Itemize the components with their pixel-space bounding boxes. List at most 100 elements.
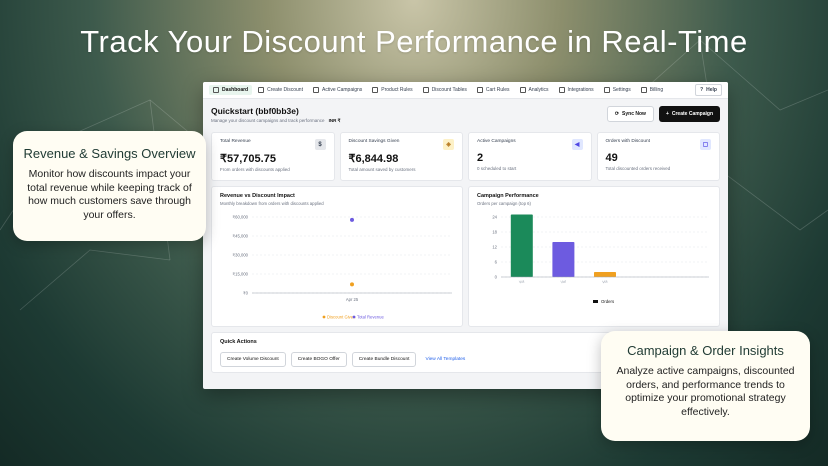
y-tick-label: 6 <box>495 260 498 265</box>
bag-icon: ▢ <box>700 139 711 150</box>
revenue-chart-title: Revenue vs Discount Impact <box>220 193 295 199</box>
nav-item-billing[interactable]: Billing <box>637 85 667 95</box>
y-tick-label: ₹0 <box>243 291 249 296</box>
megaphone-icon: ◀ <box>571 139 583 150</box>
campaign-chart-title: Campaign Performance <box>477 193 539 199</box>
stat-label: Active Campaigns <box>477 139 516 144</box>
stat-label: Total Revenue <box>220 139 251 144</box>
legend-label: Total Revenue <box>357 315 384 320</box>
y-tick-label: 18 <box>492 230 497 235</box>
bar-campaign-1[interactable] <box>510 214 533 278</box>
y-tick-label: ₹15,000 <box>233 272 249 277</box>
stat-value: 49 <box>605 152 618 164</box>
nav-item-label: Settings <box>612 87 631 93</box>
quick-action-button[interactable]: Create BOGO Offer <box>290 352 347 367</box>
x-tick-label: Vol <box>560 280 566 285</box>
stat-card: Active Campaigns 2 0 scheduled to start ◀ <box>468 132 592 181</box>
sync-now-label: Sync Now <box>622 111 646 117</box>
sync-now-button[interactable]: ⟳ Sync Now <box>606 106 654 122</box>
gear-icon <box>603 87 610 93</box>
tag-icon: ◈ <box>443 139 454 150</box>
create-campaign-label: Create Campaign <box>671 111 713 117</box>
nav-item-dashboard[interactable]: Dashboard <box>209 85 253 95</box>
y-tick-label: 0 <box>495 275 498 280</box>
nav-item-create-discount[interactable]: Create Discount <box>254 85 307 95</box>
nav-item-discount-tables[interactable]: Discount Tables <box>419 85 471 95</box>
nav-item-label: Cart Rules <box>485 87 510 93</box>
plus-circle-icon <box>258 87 265 93</box>
nav-item-label: Product Rules <box>381 87 413 93</box>
page-header: Quickstart (bbf0bb3e) Manage your discou… <box>211 105 720 131</box>
nav-item-active-campaigns[interactable]: Active Campaigns <box>309 85 366 95</box>
x-tick-label: Vol <box>602 280 608 285</box>
sync-icon: ⟳ <box>614 111 620 117</box>
stat-subtext: Total discounted orders received <box>605 166 671 171</box>
stat-label: Orders with Discount <box>605 139 651 144</box>
legend-label: Orders <box>601 299 614 304</box>
nav-item-label: Discount Tables <box>431 87 467 93</box>
page-subtitle: Manage your discount campaigns and track… <box>211 118 340 124</box>
top-nav: Dashboard Create Discount Active Campaigns… <box>203 82 728 99</box>
callout-title: Campaign & Order Insights <box>627 343 784 358</box>
create-campaign-button[interactable]: + Create Campaign <box>658 106 720 122</box>
dollar-icon: $ <box>314 139 326 150</box>
legend-swatch <box>352 315 356 319</box>
quick-action-button[interactable]: Create Volume Discount <box>220 352 286 367</box>
stat-subtext: 0 scheduled to start <box>477 166 517 171</box>
table-icon <box>422 87 429 93</box>
billing-icon <box>640 87 647 93</box>
revenue-chart-card: Revenue vs Discount Impact Monthly break… <box>211 186 463 327</box>
revenue-chart-subtitle: Monthly breakdown from orders with disco… <box>220 201 324 206</box>
nav-item-settings[interactable]: Settings <box>600 85 635 95</box>
data-point-total-revenue[interactable] <box>350 217 354 222</box>
nav-item-label: Analytics <box>528 87 549 93</box>
bar-campaign-2[interactable] <box>552 242 575 277</box>
nav-item-integrations[interactable]: Integrations <box>555 85 598 95</box>
quick-action-button[interactable]: Create Bundle Discount <box>351 352 417 367</box>
hero-title: Track Your Discount Performance in Real-… <box>80 24 748 59</box>
campaign-chart-card: Campaign Performance Orders per campaign… <box>468 186 720 327</box>
plus-icon: + <box>665 111 669 117</box>
campaign-chart: 24 18 12 6 0 Vol Vol Vol Orders <box>492 214 709 304</box>
nav-item-product-rules[interactable]: Product Rules <box>368 85 416 95</box>
integrations-icon <box>558 87 565 93</box>
help-label: Help <box>706 87 717 93</box>
campaign-chart-subtitle: Orders per campaign (top 6) <box>477 201 531 206</box>
campaign-insights-callout: Campaign & Order Insights Analyze active… <box>601 331 810 441</box>
callout-text: Analyze active campaigns, discounted ord… <box>616 365 795 418</box>
nav-item-label: Integrations <box>567 87 594 93</box>
stat-value: ₹57,705.75 <box>220 153 276 165</box>
currency-selector[interactable]: INR ₹ <box>329 118 341 123</box>
x-tick-label: Apr 25 <box>346 297 359 302</box>
nav-item-label: Billing <box>649 87 664 93</box>
dashboard-icon <box>213 87 219 93</box>
data-point-discount-given[interactable] <box>350 282 354 287</box>
list-icon <box>312 87 319 93</box>
nav-item-cart-rules[interactable]: Cart Rules <box>473 85 514 95</box>
y-tick-label: ₹30,000 <box>233 253 249 258</box>
page-title: Quickstart (bbf0bb3e) <box>211 106 299 116</box>
view-all-templates-link[interactable]: View All Templates <box>425 357 465 362</box>
nav-item-label: Dashboard <box>222 87 249 93</box>
revenue-chart: ₹60,000 ₹45,000 ₹30,000 ₹15,000 ₹0 Apr 25 Disc… <box>233 215 452 320</box>
stats-cards: Total Revenue ₹57,705.75 From orders with … <box>211 132 720 181</box>
nav-item-label: Create Discount <box>267 87 303 93</box>
nav-item-analytics[interactable]: Analytics <box>516 85 553 95</box>
charts-row: Revenue vs Discount Impact Monthly break… <box>211 186 720 327</box>
legend-swatch <box>593 300 598 303</box>
stat-subtext: Total amount saved by customers <box>348 167 416 172</box>
callout-title: Revenue & Savings Overview <box>23 146 196 161</box>
nav-item-label: Active Campaigns <box>321 87 363 93</box>
y-tick-label: 12 <box>492 245 497 250</box>
y-tick-label: ₹45,000 <box>233 234 249 239</box>
stat-value: ₹6,844.98 <box>348 153 399 165</box>
bar-campaign-3[interactable] <box>594 272 616 277</box>
legend-label: Discount Given <box>327 315 356 320</box>
page-subtitle-text: Manage your discount campaigns and track… <box>211 118 325 123</box>
callout-text: Monitor how discounts impact your total … <box>27 168 192 221</box>
tag-icon <box>372 87 379 93</box>
help-button[interactable]: ? Help <box>695 84 722 96</box>
revenue-savings-callout: Revenue & Savings Overview Monitor how d… <box>13 131 206 241</box>
stat-subtext: From orders with discounts applied <box>220 167 290 172</box>
stat-card: Total Revenue ₹57,705.75 From orders with … <box>211 132 335 181</box>
